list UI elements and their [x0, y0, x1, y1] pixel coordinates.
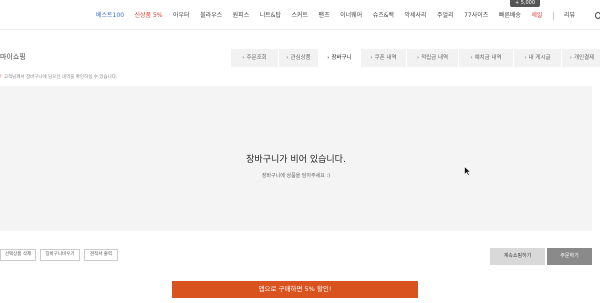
cart-empty-title: 장바구니가 비어 있습니다.	[246, 155, 346, 165]
continue-shopping-button[interactable]: 계속쇼핑하기	[490, 248, 545, 265]
nav-item-pants[interactable]: 팬츠	[319, 12, 330, 20]
nav-item-onepiece[interactable]: 원피스	[233, 12, 250, 20]
tab-points[interactable]: › 적립금 내역	[407, 49, 458, 67]
chevron-right-icon: ›	[370, 55, 373, 61]
chevron-right-icon: ›	[286, 55, 289, 61]
nav-item-accessory[interactable]: 악세사리	[404, 12, 426, 20]
tab-coupons[interactable]: › 쿠폰 내역	[361, 49, 406, 67]
mypage-tabs: › 주문조회 › 관심상품 › 장바구니 › 쿠폰 내역 › 적립금 내역 › 예치금 내역…	[231, 49, 600, 67]
cart-empty-panel: 장바구니가 비어 있습니다. 장바구니에 상품을 담아주세요 :)	[0, 86, 592, 231]
mouse-cursor-icon	[464, 166, 472, 176]
nav-item-skirt[interactable]: 스커트	[291, 12, 308, 20]
tab-cart[interactable]: › 장바구니	[319, 49, 360, 67]
chevron-right-icon: ›	[470, 55, 473, 61]
category-menu: 베스트100 신상품 5% 아우터 블라우스 원피스 니트&탑 스커트 팬츠 이…	[96, 12, 585, 20]
page-notice-text: 고객님께서 장바구니에 담으신 내역을 확인하실 수 있습니다.	[3, 75, 118, 80]
nav-item-new[interactable]: 신상품 5%	[135, 12, 163, 20]
nav-item-77size[interactable]: 77사이즈	[464, 12, 488, 20]
nav-item-best100[interactable]: 베스트100	[96, 12, 124, 20]
tab-personal-payment[interactable]: › 개인결제	[562, 49, 600, 67]
chevron-right-icon: ›	[416, 55, 420, 61]
delete-selected-button[interactable]: 선택상품 삭제	[0, 249, 36, 261]
search-icon[interactable]	[595, 12, 600, 19]
nav-item-knit-top[interactable]: 니트&탑	[260, 12, 281, 20]
top-nav: 베스트100 신상품 5% 아우터 블라우스 원피스 니트&탑 스커트 팬츠 이…	[0, 0, 600, 30]
chevron-right-icon: ›	[569, 55, 572, 61]
nav-item-outer[interactable]: 아우터	[173, 12, 190, 20]
nav-divider	[552, 12, 554, 20]
points-badge: + 5,000	[510, 0, 540, 7]
tab-my-posts[interactable]: › 내 게시글	[514, 49, 561, 67]
page-title: 마이쇼핑	[0, 53, 26, 61]
nav-item-review[interactable]: 리뷰	[564, 12, 575, 20]
nav-item-shoes-bag[interactable]: 슈즈&백	[373, 12, 394, 20]
order-button[interactable]: 주문하기	[547, 248, 592, 265]
nav-item-innerwear[interactable]: 이너웨어	[340, 12, 362, 20]
chevron-right-icon: ›	[524, 55, 527, 61]
cart-empty-subtitle: 장바구니에 상품을 담아주세요 :)	[261, 173, 331, 179]
app-discount-banner[interactable]: 앱으로 구매하면 5% 할인!	[172, 281, 418, 298]
nav-item-blouse[interactable]: 블라우스	[200, 12, 222, 20]
page-notice: ! 고객님께서 장바구니에 담으신 내역을 확인하실 수 있습니다.	[0, 74, 117, 80]
nav-item-sale[interactable]: 세일	[531, 12, 542, 20]
tab-order-history[interactable]: › 주문조회	[231, 49, 278, 67]
nav-item-jewelry[interactable]: 주얼리	[437, 12, 454, 20]
chevron-right-icon: ›	[242, 55, 245, 61]
nav-item-fast-delivery[interactable]: 빠른배송	[499, 12, 521, 20]
chevron-right-icon: ›	[327, 55, 330, 61]
empty-cart-button[interactable]: 장바구니비우기	[40, 249, 80, 261]
tab-wishlist[interactable]: › 관심상품	[279, 49, 318, 67]
notice-icon: !	[0, 75, 2, 80]
print-estimate-button[interactable]: 견적서 출력	[84, 249, 118, 261]
tab-deposits[interactable]: › 예치금 내역	[459, 49, 513, 67]
